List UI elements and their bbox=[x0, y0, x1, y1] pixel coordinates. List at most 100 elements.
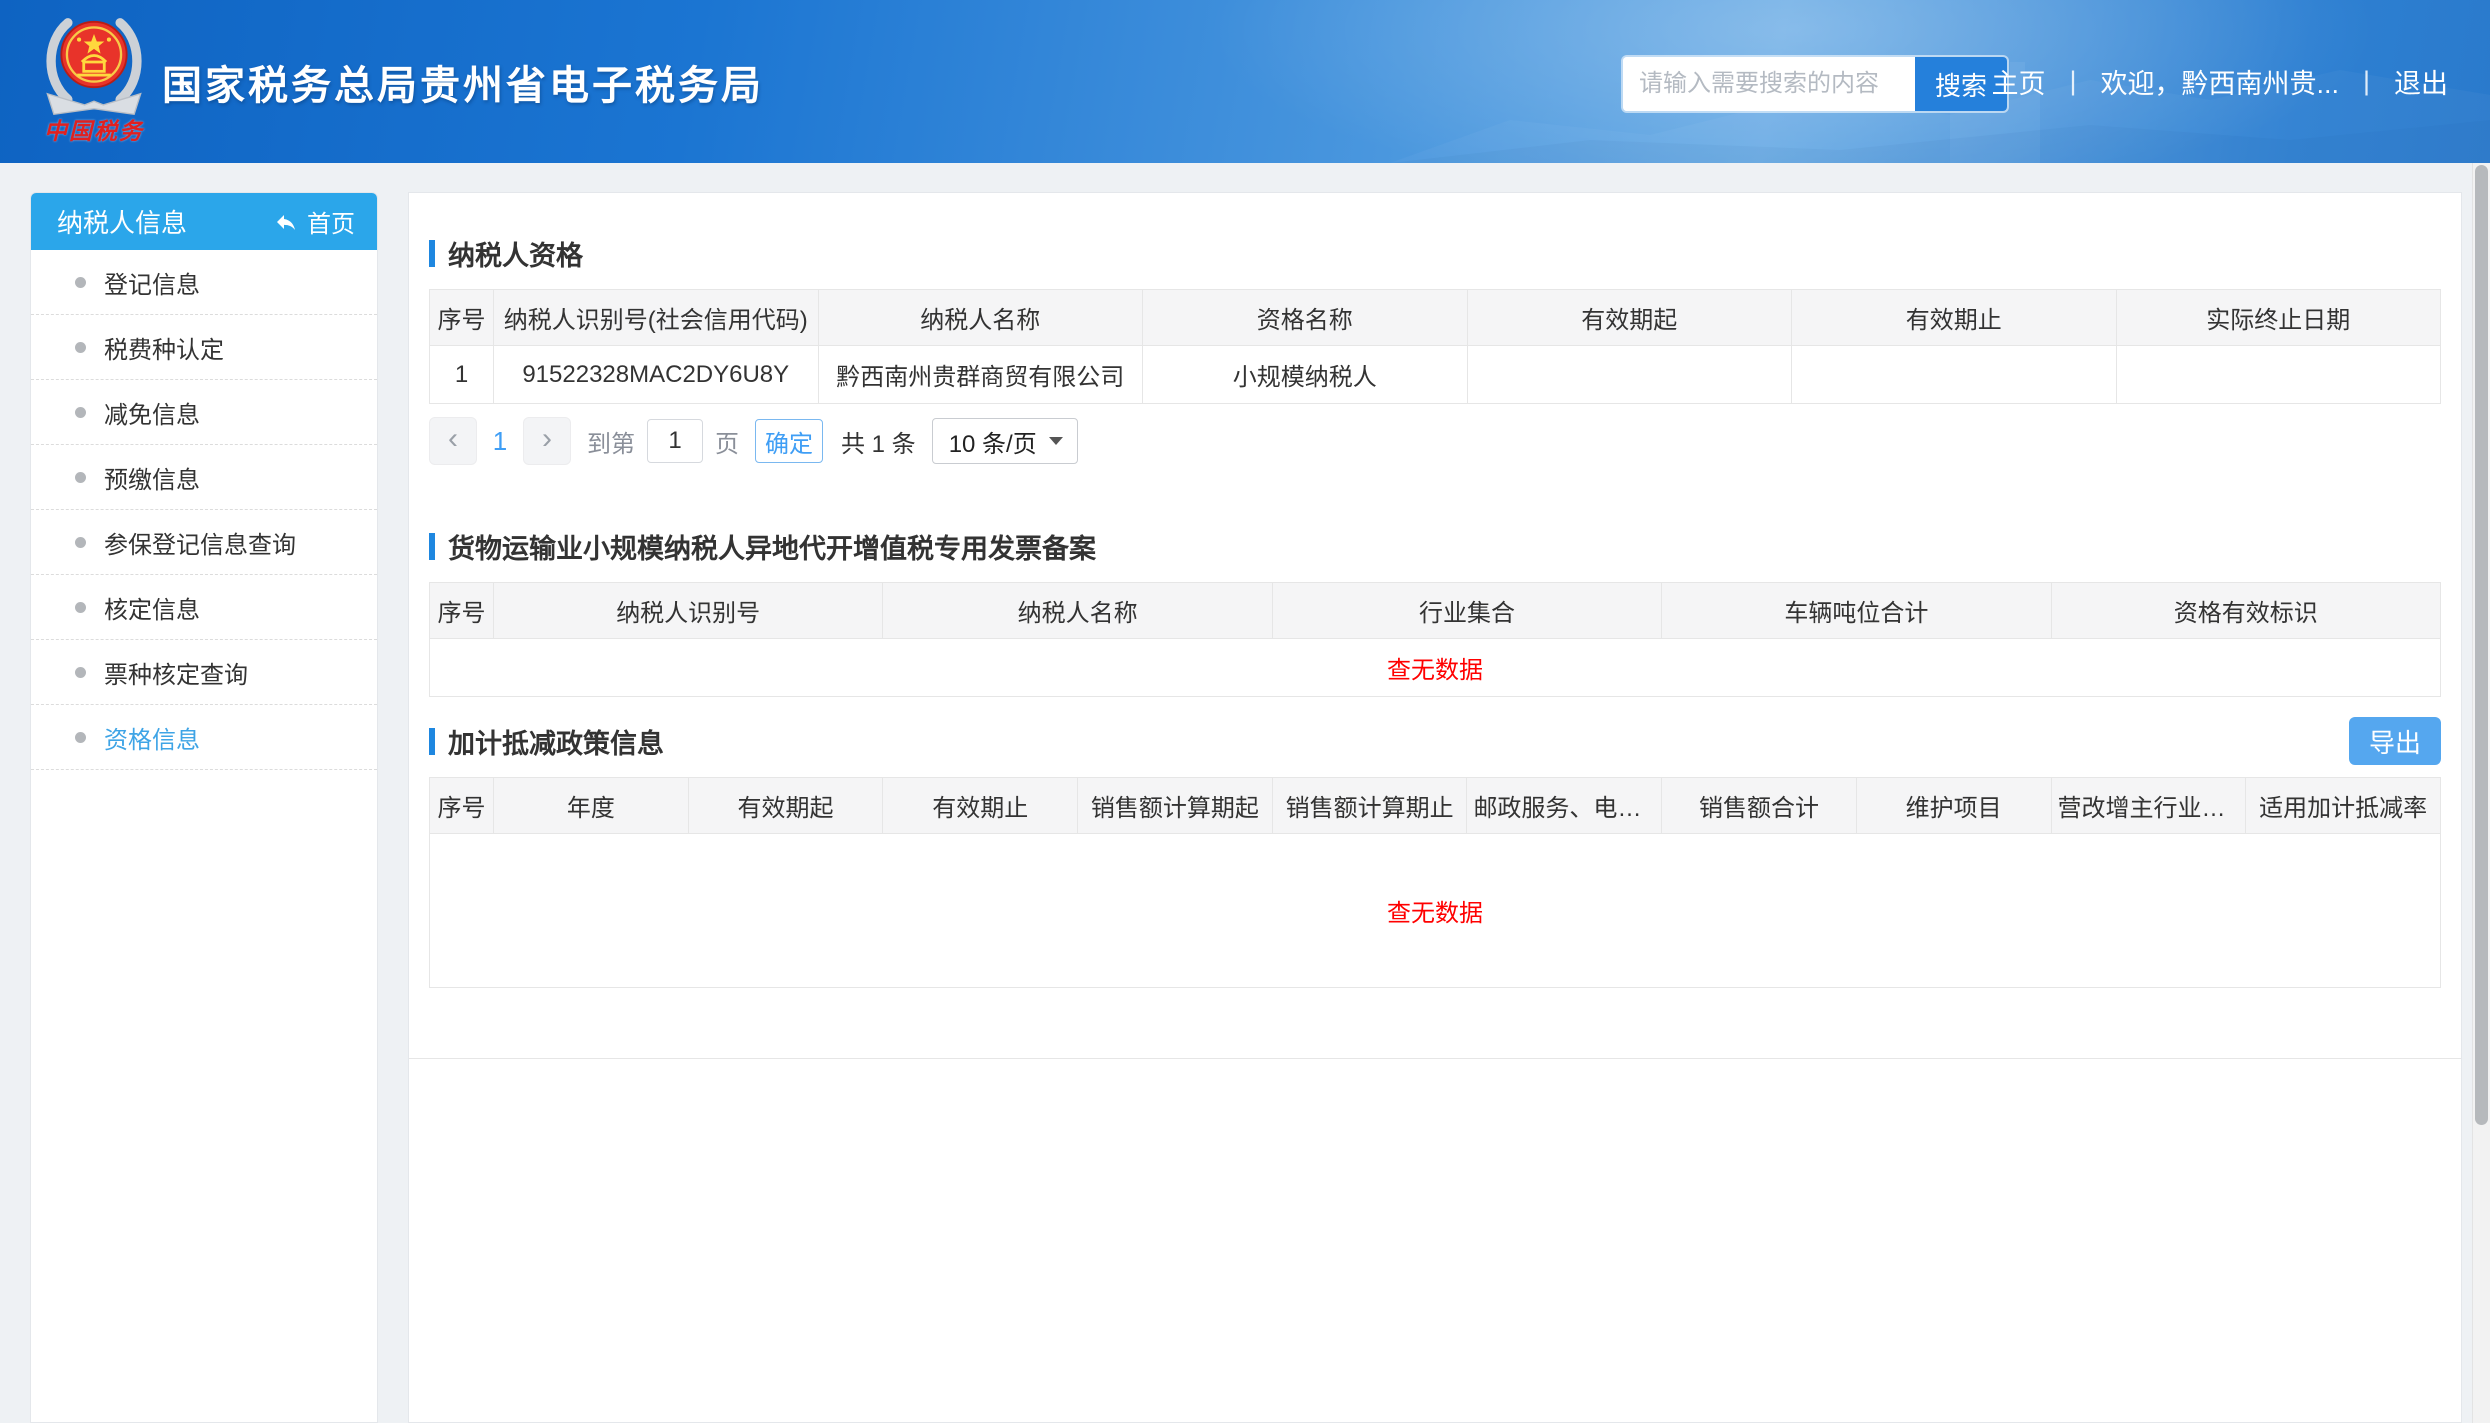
deduction-policy-table: 序号 年度 有效期起 有效期止 销售额计算期起 销售额计算期止 邮政服务、电信.… bbox=[429, 777, 2441, 988]
page-title: 国家税务总局贵州省电子税务局 bbox=[162, 0, 764, 163]
column-header: 有效期起 bbox=[1467, 290, 1792, 346]
column-header: 资格有效标识 bbox=[2051, 583, 2440, 639]
goto-label: 到第 bbox=[587, 424, 635, 459]
next-page-button[interactable]: › bbox=[523, 417, 571, 465]
sidebar-item-label: 减免信息 bbox=[104, 395, 200, 430]
sidebar-item-piaozhong[interactable]: 票种核定查询 bbox=[31, 640, 377, 705]
cell-taxpayer-name: 黔西南州贵群商贸有限公司 bbox=[818, 346, 1143, 404]
sidebar-title: 纳税人信息 bbox=[57, 203, 187, 240]
section-title: 货物运输业小规模纳税人异地代开增值税专用发票备案 bbox=[429, 527, 1096, 566]
china-tax-emblem-icon bbox=[38, 6, 150, 118]
total-count-label: 共 1 条 bbox=[841, 424, 916, 459]
sidebar-item-label: 资格信息 bbox=[104, 720, 200, 755]
no-data-message: 查无数据 bbox=[430, 639, 2441, 697]
freight-filing-table: 序号 纳税人识别号 纳税人名称 行业集合 车辆吨位合计 资格有效标识 查无数据 bbox=[429, 582, 2441, 697]
column-header: 维护项目 bbox=[1856, 778, 2051, 834]
page-size-value: 10 条/页 bbox=[949, 424, 1037, 459]
prev-page-button[interactable]: ‹ bbox=[429, 417, 477, 465]
sidebar-item-zige[interactable]: 资格信息 bbox=[31, 705, 377, 770]
title-bar-icon bbox=[429, 533, 435, 560]
reply-arrow-icon bbox=[274, 210, 298, 234]
table-header-row: 序号 年度 有效期起 有效期止 销售额计算期起 销售额计算期止 邮政服务、电信.… bbox=[430, 778, 2441, 834]
cell-actual-end bbox=[2116, 346, 2441, 404]
nav-welcome-user[interactable]: 欢迎，黔西南州贵... bbox=[2100, 62, 2339, 101]
sidebar: 纳税人信息 首页 登记信息 税费种认定 减免信息 预缴信息 参保登记信息查询 核… bbox=[30, 192, 378, 1423]
sidebar-home-label: 首页 bbox=[307, 204, 355, 239]
sidebar-item-yujiao[interactable]: 预缴信息 bbox=[31, 445, 377, 510]
table-header-row: 序号 纳税人识别号(社会信用代码) 纳税人名称 资格名称 有效期起 有效期止 实… bbox=[430, 290, 2441, 346]
column-header: 有效期止 bbox=[1792, 290, 2117, 346]
column-header: 车辆吨位合计 bbox=[1662, 583, 2051, 639]
sidebar-item-shuifeizhong[interactable]: 税费种认定 bbox=[31, 315, 377, 380]
main-panel: 纳税人资格 序号 纳税人识别号(社会信用代码) 纳税人名称 资格名称 有效期起 … bbox=[408, 192, 2462, 1423]
table-header-row: 序号 纳税人识别号 纳税人名称 行业集合 车辆吨位合计 资格有效标识 bbox=[430, 583, 2441, 639]
sidebar-home-button[interactable]: 首页 bbox=[274, 204, 355, 239]
column-header: 有效期起 bbox=[688, 778, 883, 834]
bullet-icon bbox=[75, 732, 86, 743]
sidebar-item-dengji[interactable]: 登记信息 bbox=[31, 250, 377, 315]
content-body: 纳税人资格 序号 纳税人识别号(社会信用代码) 纳税人名称 资格名称 有效期起 … bbox=[409, 193, 2461, 1059]
site-logo: 中国税务 bbox=[34, 6, 154, 158]
sidebar-header: 纳税人信息 首页 bbox=[31, 193, 377, 250]
sidebar-item-label: 核定信息 bbox=[104, 590, 200, 625]
empty-row: 查无数据 bbox=[430, 639, 2441, 697]
section-title-text: 纳税人资格 bbox=[448, 234, 583, 273]
sidebar-item-label: 参保登记信息查询 bbox=[104, 525, 296, 560]
column-header: 有效期止 bbox=[883, 778, 1078, 834]
export-button[interactable]: 导出 bbox=[2349, 717, 2441, 765]
section-taxpayer-qualification-header: 纳税人资格 bbox=[429, 229, 2441, 277]
sidebar-item-label: 税费种认定 bbox=[104, 330, 224, 365]
bullet-icon bbox=[75, 472, 86, 483]
column-header: 实际终止日期 bbox=[2116, 290, 2441, 346]
taxpayer-qualification-table: 序号 纳税人识别号(社会信用代码) 纳税人名称 资格名称 有效期起 有效期止 实… bbox=[429, 289, 2441, 404]
section-deduction-policy-header: 加计抵减政策信息 导出 bbox=[429, 717, 2441, 765]
cell-valid-to bbox=[1792, 346, 2117, 404]
sidebar-item-jianmian[interactable]: 减免信息 bbox=[31, 380, 377, 445]
sidebar-item-label: 票种核定查询 bbox=[104, 655, 248, 690]
top-nav: 主页 | 欢迎，黔西南州贵... | 退出 bbox=[1991, 0, 2448, 163]
column-header: 邮政服务、电信... bbox=[1467, 778, 1662, 834]
column-header: 序号 bbox=[430, 583, 494, 639]
vertical-scrollbar[interactable] bbox=[2472, 163, 2490, 1423]
bullet-icon bbox=[75, 277, 86, 288]
column-header: 纳税人名称 bbox=[818, 290, 1143, 346]
logo-caption: 中国税务 bbox=[34, 112, 154, 146]
bullet-icon bbox=[75, 602, 86, 613]
column-header: 适用加计抵减率 bbox=[2246, 778, 2441, 834]
cell-qualification: 小规模纳税人 bbox=[1143, 346, 1468, 404]
page-unit-label: 页 bbox=[715, 424, 739, 459]
column-header: 序号 bbox=[430, 290, 494, 346]
column-header: 序号 bbox=[430, 778, 494, 834]
chevron-down-icon bbox=[1049, 437, 1063, 445]
page-number-input[interactable] bbox=[647, 419, 703, 463]
scrollbar-thumb[interactable] bbox=[2475, 165, 2488, 1125]
search-input[interactable] bbox=[1623, 57, 1915, 111]
cell-taxpayer-id: 91522328MAC2DY6U8Y bbox=[494, 346, 819, 404]
column-header: 销售额合计 bbox=[1662, 778, 1857, 834]
column-header: 销售额计算期止 bbox=[1272, 778, 1467, 834]
current-page[interactable]: 1 bbox=[477, 426, 523, 457]
sidebar-item-heding[interactable]: 核定信息 bbox=[31, 575, 377, 640]
sidebar-item-canbao[interactable]: 参保登记信息查询 bbox=[31, 510, 377, 575]
confirm-page-button[interactable]: 确定 bbox=[755, 419, 823, 463]
no-data-message: 查无数据 bbox=[430, 834, 2441, 988]
title-bar-icon bbox=[429, 728, 435, 755]
top-header: 中国税务 国家税务总局贵州省电子税务局 搜索 主页 | 欢迎，黔西南州贵... … bbox=[0, 0, 2490, 163]
header-search: 搜索 bbox=[1623, 57, 2007, 111]
column-header: 营改增主行业名称 bbox=[2051, 778, 2246, 834]
bullet-icon bbox=[75, 407, 86, 418]
nav-logout-link[interactable]: 退出 bbox=[2394, 62, 2448, 101]
column-header: 纳税人识别号(社会信用代码) bbox=[494, 290, 819, 346]
bullet-icon bbox=[75, 342, 86, 353]
empty-row: 查无数据 bbox=[430, 834, 2441, 988]
section-title-text: 加计抵减政策信息 bbox=[448, 722, 664, 761]
section-title-text: 货物运输业小规模纳税人异地代开增值税专用发票备案 bbox=[448, 527, 1096, 566]
cell-seq: 1 bbox=[430, 346, 494, 404]
table-row: 1 91522328MAC2DY6U8Y 黔西南州贵群商贸有限公司 小规模纳税人 bbox=[430, 346, 2441, 404]
bullet-icon bbox=[75, 537, 86, 548]
nav-home-link[interactable]: 主页 bbox=[1991, 62, 2045, 101]
column-header: 资格名称 bbox=[1143, 290, 1468, 346]
title-bar-icon bbox=[429, 240, 435, 267]
page-size-select[interactable]: 10 条/页 bbox=[932, 418, 1078, 464]
cell-valid-from bbox=[1467, 346, 1792, 404]
